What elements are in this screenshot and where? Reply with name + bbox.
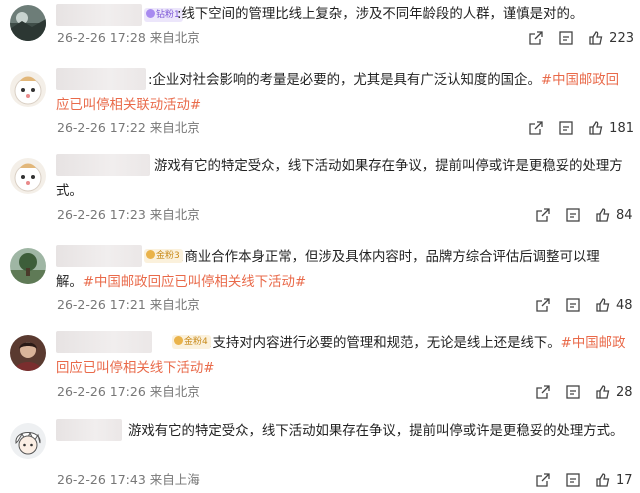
comment-icon[interactable] <box>565 472 581 488</box>
avatar[interactable] <box>10 335 46 371</box>
comment-icon[interactable] <box>565 384 581 400</box>
comment-text: 企业对社会影响的考量是必要的，尤其是具有广泛认知度的国企。 <box>152 73 541 88</box>
badge-icon <box>146 9 155 18</box>
fan-badge: 金粉4 <box>172 335 211 349</box>
comment-date: 26-2-26 17:22 <box>57 120 146 135</box>
share-icon[interactable] <box>528 30 544 46</box>
comment-location: 来自上海 <box>149 472 200 487</box>
like-icon[interactable] <box>595 297 611 313</box>
username-blurred[interactable] <box>56 68 146 90</box>
share-icon[interactable] <box>535 384 551 400</box>
comment-icon[interactable] <box>565 297 581 313</box>
username-blurred[interactable] <box>56 245 142 267</box>
like-count: 84 <box>616 207 633 223</box>
like-icon[interactable] <box>595 207 611 223</box>
share-icon[interactable] <box>535 297 551 313</box>
hashtag-link[interactable]: #中国邮政回应已叫停相关线下活动# <box>83 275 306 290</box>
badge-label: 金粉4 <box>184 337 208 347</box>
share-icon[interactable] <box>535 472 551 488</box>
username-blurred[interactable] <box>56 4 142 26</box>
comment-location: 来自北京 <box>149 384 200 399</box>
avatar[interactable] <box>10 158 46 194</box>
avatar[interactable] <box>10 71 46 107</box>
username-blurred[interactable] <box>56 331 152 353</box>
username-blurred[interactable] <box>56 154 150 176</box>
avatar[interactable] <box>10 423 46 459</box>
comment-location: 来自北京 <box>149 297 200 312</box>
comment-text: 支持对内容进行必要的管理和规范，无论是线上还是线下。 <box>212 336 561 351</box>
comment-date: 26-2-26 17:21 <box>57 297 146 312</box>
share-icon[interactable] <box>528 120 544 136</box>
comment-icon[interactable] <box>565 207 581 223</box>
badge-icon <box>146 250 155 259</box>
like-icon[interactable] <box>588 30 604 46</box>
comment-text: 游戏有它的特定受众，线下活动如果存在争议，提前叫停或许是更稳妥的处理方式。 <box>128 424 624 439</box>
avatar[interactable] <box>10 248 46 284</box>
like-count: 223 <box>609 30 634 46</box>
avatar[interactable] <box>10 5 46 41</box>
like-icon[interactable] <box>595 384 611 400</box>
badge-icon <box>174 336 183 345</box>
comment-date: 26-2-26 17:23 <box>57 207 146 222</box>
like-count: 17 <box>616 472 633 488</box>
comment-icon[interactable] <box>558 120 574 136</box>
share-icon[interactable] <box>535 207 551 223</box>
like-icon[interactable] <box>588 120 604 136</box>
comment-location: 来自北京 <box>149 30 200 45</box>
comment-text: 线下空间的管理比线上复杂，涉及不同年龄段的人群，谨慎是对的。 <box>181 7 584 22</box>
like-count: 181 <box>609 120 634 136</box>
username-blurred[interactable] <box>56 419 122 441</box>
comment-date: 26-2-26 17:26 <box>57 384 146 399</box>
comment-date: 26-2-26 17:43 <box>57 472 146 487</box>
like-count: 28 <box>616 384 633 400</box>
like-count: 48 <box>616 297 633 313</box>
badge-label: 金粉3 <box>156 251 180 261</box>
comment-icon[interactable] <box>558 30 574 46</box>
like-icon[interactable] <box>595 472 611 488</box>
comment-date: 26-2-26 17:28 <box>57 30 146 45</box>
fan-badge: 金粉3 <box>144 249 183 263</box>
comment-location: 来自北京 <box>149 207 200 222</box>
comment-location: 来自北京 <box>149 120 200 135</box>
